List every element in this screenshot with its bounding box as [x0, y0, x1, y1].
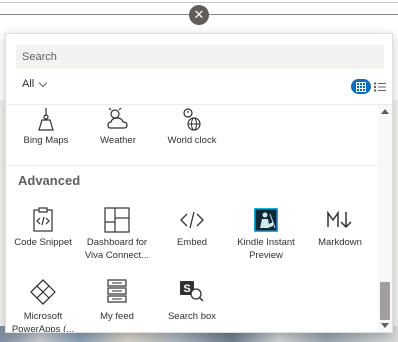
web-part-label: Search box: [167, 311, 217, 322]
web-part-label: Microsoft: [23, 311, 63, 322]
web-part-label: PowerApps (...: [11, 324, 75, 333]
web-part-label: Code Snippet: [14, 237, 72, 248]
web-part-tile-search-box[interactable]: S Search box: [152, 277, 232, 332]
web-part-label: Dashboard for: [86, 237, 148, 248]
close-icon: ✕: [193, 7, 205, 23]
background-divider: [0, 2, 398, 3]
code-snippet-icon: [28, 205, 58, 235]
web-part-label: Markdown: [318, 237, 362, 248]
section-divider: [6, 165, 378, 166]
web-part-label: Bing Maps: [23, 135, 69, 146]
category-filter-dropdown[interactable]: All: [22, 78, 48, 90]
web-part-tile-code-snippet[interactable]: Code Snippet: [6, 205, 83, 267]
grid-view-button[interactable]: [351, 79, 371, 94]
scroll-down-arrow-icon[interactable]: [381, 323, 389, 328]
kindle-icon: [251, 205, 281, 235]
search-input[interactable]: [16, 45, 384, 69]
web-part-tile-my-feed[interactable]: My feed: [77, 277, 157, 332]
map-pin-icon: [31, 105, 61, 135]
web-part-picker-flyout: All: [5, 33, 393, 333]
web-part-tile-weather[interactable]: Weather: [78, 105, 158, 155]
web-part-tile-dashboard-for-viva-connections[interactable]: Dashboard for Viva Connect...: [77, 205, 157, 267]
chevron-down-icon: [38, 78, 48, 87]
scrollbar-thumb[interactable]: [380, 282, 390, 320]
section-title-advanced: Advanced: [18, 173, 81, 188]
list-view-button[interactable]: [373, 79, 387, 94]
svg-text:S: S: [183, 283, 190, 295]
my-feed-icon: [102, 277, 132, 307]
list-view-icon: [374, 82, 386, 91]
web-part-label: Embed: [176, 237, 208, 248]
grid-view-icon: [356, 81, 366, 92]
web-part-tile-microsoft-powerapps[interactable]: Microsoft PowerApps (...: [6, 277, 83, 333]
web-part-list-scrollbar[interactable]: [378, 105, 392, 332]
weather-icon: [103, 105, 133, 135]
web-part-label: Kindle Instant: [237, 237, 295, 248]
search-box-icon: S: [177, 277, 207, 307]
embed-icon: [177, 205, 207, 235]
web-part-tile-bing-maps[interactable]: Bing Maps: [6, 105, 86, 155]
web-part-tile-kindle-instant-preview[interactable]: Kindle Instant Preview: [226, 205, 306, 267]
scroll-up-arrow-icon[interactable]: [381, 109, 389, 114]
web-part-label: Viva Connect...: [84, 250, 150, 261]
web-part-tile-markdown[interactable]: Markdown: [300, 205, 378, 267]
web-part-label: World clock: [167, 135, 217, 146]
web-part-tile-embed[interactable]: Embed: [152, 205, 232, 267]
dashboard-icon: [102, 205, 132, 235]
web-part-tile-world-clock[interactable]: World clock: [152, 105, 232, 155]
world-clock-icon: [177, 105, 207, 135]
markdown-icon: [325, 205, 355, 235]
filter-label: All: [22, 78, 35, 90]
powerapps-icon: [28, 277, 58, 307]
web-part-label: My feed: [100, 311, 134, 322]
close-button[interactable]: ✕: [189, 5, 209, 25]
web-part-label: Preview: [249, 250, 283, 261]
web-part-list: Bing Maps Weather World clock Advanced C…: [6, 105, 378, 333]
web-part-label: Weather: [100, 135, 136, 146]
